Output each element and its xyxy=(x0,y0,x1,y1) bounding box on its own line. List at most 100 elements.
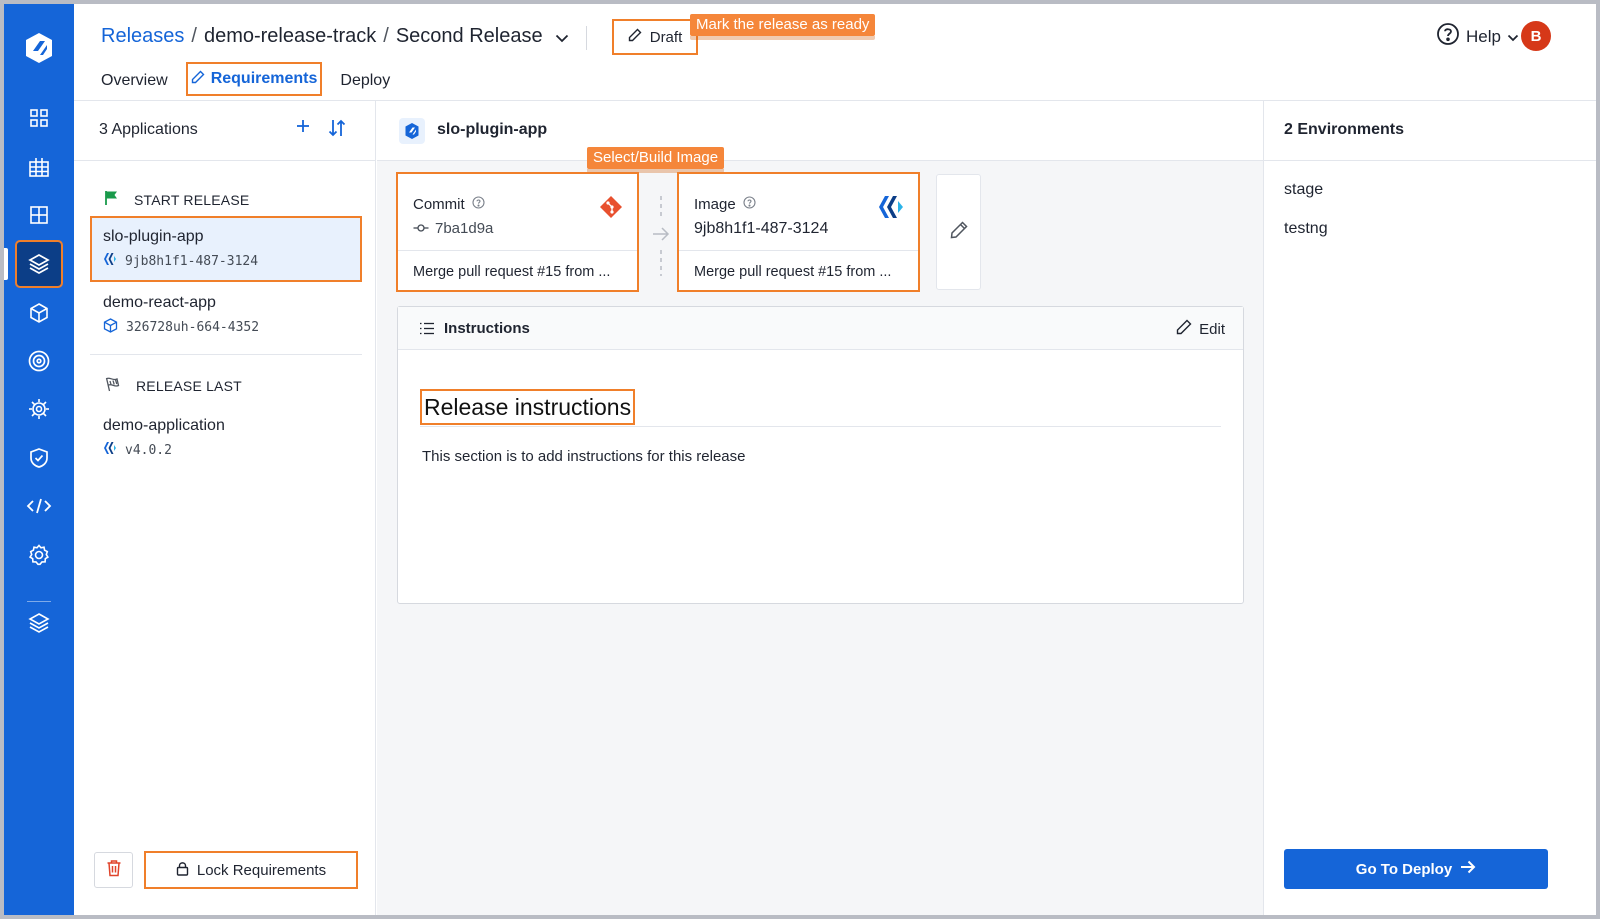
application-version: v4.0.2 xyxy=(125,442,172,458)
dashboard-icon[interactable] xyxy=(23,102,55,134)
list-icon xyxy=(419,322,435,340)
user-avatar[interactable]: B xyxy=(1521,21,1551,51)
environments-count: 2 Environments xyxy=(1284,121,1405,138)
commit-label: Commit xyxy=(413,196,465,213)
tab-requirements[interactable]: Requirements xyxy=(185,62,323,96)
environment-item-testng[interactable]: testng xyxy=(1284,220,1328,238)
start-release-section: START RELEASE xyxy=(104,190,249,209)
application-detail: slo-plugin-app Select/Build Image Commit… xyxy=(377,101,1263,915)
instructions-body: This section is to add instructions for … xyxy=(422,448,746,465)
release-last-section: RELEASE LAST xyxy=(104,376,242,395)
lock-requirements-button[interactable]: Lock Requirements xyxy=(144,851,358,889)
application-item-demo-application[interactable]: demo-application v4.0.2 xyxy=(90,405,362,471)
instructions-header: Instructions Edit xyxy=(398,307,1243,350)
breadcrumb-releases-link[interactable]: Releases xyxy=(101,25,184,48)
tab-overview[interactable]: Overview xyxy=(101,72,168,90)
application-name: demo-application xyxy=(103,417,225,434)
image-registry-icon xyxy=(878,195,904,224)
go-to-deploy-label: Go To Deploy xyxy=(1355,860,1453,878)
application-version: 326728uh-664-4352 xyxy=(126,320,260,335)
card-divider xyxy=(398,250,637,251)
page-header: Releases / demo-release-track / Second R… xyxy=(74,4,1596,101)
tab-label: Deploy xyxy=(340,72,391,89)
flag-icon xyxy=(104,190,118,209)
breadcrumb-separator: / xyxy=(191,25,197,47)
image-tag: 9jb8h1f1-487-3124 xyxy=(694,220,829,237)
image-card[interactable]: Image 9jb8h1f1-487-3124 Merge pull reque… xyxy=(677,172,920,292)
annotation-mark-ready: Mark the release as ready xyxy=(690,14,876,40)
package-icon xyxy=(103,318,118,337)
pencil-icon xyxy=(1176,319,1192,339)
layers-icon[interactable] xyxy=(23,607,55,639)
edit-instructions-button[interactable]: Edit xyxy=(1176,319,1225,339)
help-label: Help xyxy=(1466,26,1501,46)
release-title: Second Release xyxy=(395,25,543,47)
draft-label: Draft xyxy=(649,28,683,46)
environments-header: 2 Environments xyxy=(1264,101,1596,161)
tab-deploy[interactable]: Deploy xyxy=(340,72,390,90)
instructions-title: Instructions xyxy=(444,320,530,337)
releases-icon[interactable] xyxy=(4,240,63,288)
breadcrumb: Releases / demo-release-track / Second R… xyxy=(101,24,569,49)
reorder-sort-icon[interactable] xyxy=(328,118,346,143)
pencil-icon xyxy=(949,220,969,245)
app-window: Releases / demo-release-track / Second R… xyxy=(4,4,1596,915)
edit-artifact-button[interactable] xyxy=(936,174,981,290)
heading-rule xyxy=(420,426,1221,427)
logo-icon[interactable] xyxy=(21,30,57,66)
application-item-demo-react-app[interactable]: demo-react-app 326728uh-664-4352 xyxy=(90,282,362,348)
breadcrumb-separator: / xyxy=(383,25,389,47)
package-icon[interactable] xyxy=(23,297,55,329)
info-icon[interactable] xyxy=(472,196,485,213)
checkered-flag-icon xyxy=(104,376,120,395)
image-label: Image xyxy=(694,196,736,213)
application-version: 9jb8h1f1-487-3124 xyxy=(125,253,259,269)
card-divider xyxy=(679,250,918,251)
annotation-select-build-image: Select/Build Image xyxy=(587,147,725,173)
lock-icon xyxy=(176,861,189,880)
draft-status-button[interactable]: Draft xyxy=(612,19,698,55)
pipeline-connector xyxy=(647,196,675,276)
image-message: Merge pull request #15 from ... xyxy=(694,264,892,280)
applications-panel: 3 Applications START RELEASE slo-plugin-… xyxy=(74,101,376,915)
layout-icon[interactable] xyxy=(23,199,55,231)
start-release-label: START RELEASE xyxy=(134,191,250,208)
application-name: slo-plugin-app xyxy=(103,228,204,245)
left-nav-rail xyxy=(4,4,74,915)
tab-label: Overview xyxy=(101,72,168,89)
application-detail-header: slo-plugin-app xyxy=(377,101,1263,161)
add-application-plus-icon[interactable] xyxy=(294,117,312,140)
settings-icon[interactable] xyxy=(23,539,55,571)
applications-header: 3 Applications xyxy=(74,101,375,161)
shield-icon[interactable] xyxy=(23,442,55,474)
target-icon[interactable] xyxy=(23,345,55,377)
code-icon[interactable] xyxy=(23,490,55,522)
application-detail-title: slo-plugin-app xyxy=(437,121,548,138)
header-divider xyxy=(586,26,587,50)
section-divider xyxy=(90,354,362,355)
commit-hash: 7ba1d9a xyxy=(435,220,494,237)
trash-icon xyxy=(106,859,122,882)
pencil-icon xyxy=(191,70,205,89)
grid-icon[interactable] xyxy=(23,151,55,183)
environment-item-stage[interactable]: stage xyxy=(1284,181,1323,199)
info-icon[interactable] xyxy=(743,196,756,213)
bug-icon[interactable] xyxy=(23,393,55,425)
help-menu[interactable]: Help xyxy=(1436,22,1519,51)
image-registry-icon xyxy=(103,441,117,459)
delete-button[interactable] xyxy=(94,852,133,888)
commit-card[interactable]: Commit 7ba1d9a Merge pull request #15 fr… xyxy=(396,172,639,292)
help-icon xyxy=(1436,22,1460,51)
commit-hash-icon xyxy=(413,220,429,237)
breadcrumb-track-link[interactable]: demo-release-track xyxy=(204,25,376,48)
application-item-slo-plugin-app[interactable]: slo-plugin-app 9jb8h1f1-487-3124 xyxy=(90,216,362,282)
release-switcher-chevron-down-icon[interactable] xyxy=(555,26,569,49)
arrow-right-icon xyxy=(1460,860,1476,878)
lock-requirements-label: Lock Requirements xyxy=(196,861,327,879)
image-registry-icon xyxy=(103,252,117,270)
go-to-deploy-button[interactable]: Go To Deploy xyxy=(1284,849,1548,889)
edit-label: Edit xyxy=(1199,320,1225,338)
tab-label: Requirements xyxy=(210,70,318,87)
release-last-label: RELEASE LAST xyxy=(136,377,242,394)
rail-divider xyxy=(27,601,51,602)
